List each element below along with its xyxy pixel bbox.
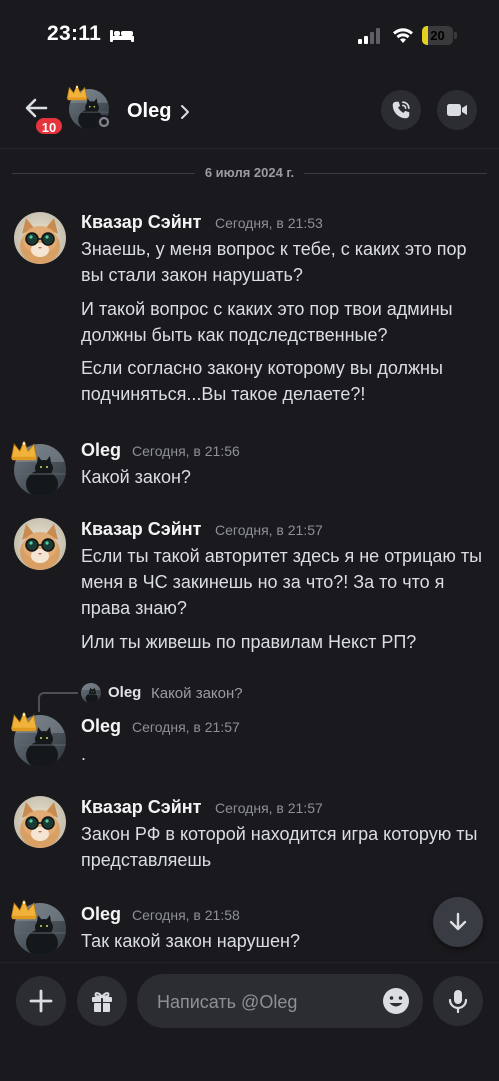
avatar[interactable] [10, 438, 66, 496]
avatar[interactable] [10, 897, 66, 955]
date-divider: 6 июля 2024 г. [12, 163, 487, 185]
battery-indicator: 20 [422, 26, 458, 46]
add-attachment-button[interactable] [16, 976, 66, 1026]
avatar[interactable] [14, 212, 66, 264]
message-input-wrapper [137, 974, 423, 1030]
chat-header: 10 Oleg [0, 72, 499, 149]
message-composer [0, 962, 499, 1081]
wifi-icon [393, 28, 413, 43]
microphone-icon [448, 990, 468, 1014]
reply-author[interactable]: Oleg [108, 684, 141, 701]
reply-avatar[interactable] [81, 683, 101, 703]
gift-button[interactable] [77, 976, 127, 1026]
contact-avatar[interactable] [66, 84, 112, 130]
message-timestamp: Сегодня, в 21:57 [215, 522, 323, 538]
battery-level: 20 [430, 28, 445, 43]
message-timestamp: Сегодня, в 21:57 [132, 719, 240, 735]
reply-preview-text[interactable]: Какой закон? [151, 685, 243, 702]
message-text: Закон РФ в которой находится игра котору… [81, 824, 478, 870]
arrow-down-icon [449, 912, 467, 931]
voice-message-button[interactable] [433, 976, 483, 1026]
video-camera-icon [447, 104, 467, 116]
jump-to-bottom-button[interactable] [433, 897, 483, 947]
message-author[interactable]: Квазар Сэйнт [81, 212, 201, 233]
message-text: Знаешь, у меня вопрос к тебе, с каких эт… [81, 239, 467, 285]
message-group[interactable]: Oleg Сегодня, в 21:56 Какой закон? [0, 430, 499, 500]
message-author[interactable]: Oleg [81, 904, 121, 925]
message-text: Какой закон? [81, 467, 191, 487]
message-author[interactable]: Квазар Сэйнт [81, 519, 201, 540]
voice-call-button[interactable] [381, 90, 421, 130]
message-text: И такой вопрос с каких это пор твои адми… [81, 299, 453, 345]
cellular-signal-icon [358, 28, 380, 44]
message-timestamp: Сегодня, в 21:57 [215, 800, 323, 816]
video-call-button[interactable] [437, 90, 477, 130]
date-divider-label: 6 июля 2024 г. [194, 165, 305, 180]
avatar[interactable] [10, 709, 66, 767]
message-text: Или ты живешь по правилам Некст РП? [81, 632, 417, 652]
message-timestamp: Сегодня, в 21:58 [132, 907, 240, 923]
message-author[interactable]: Oleg [81, 716, 121, 737]
message-text: Так какой закон нарушен? [81, 931, 300, 951]
message-author[interactable]: Oleg [81, 440, 121, 461]
message-group[interactable]: Квазар Сэйнт Сегодня, в 21:57 Закон РФ в… [0, 788, 499, 878]
sleep-focus-icon [110, 30, 134, 42]
message-group[interactable]: Oleg Сегодня, в 21:57 . [0, 705, 499, 775]
chevron-right-icon[interactable] [180, 104, 190, 120]
contact-name[interactable]: Oleg [127, 100, 171, 123]
avatar[interactable] [14, 518, 66, 570]
message-group[interactable]: Квазар Сэйнт Сегодня, в 21:57 Если ты та… [0, 510, 499, 660]
phone-call-icon [392, 101, 410, 119]
message-group[interactable]: Oleg Сегодня, в 21:58 Так какой закон на… [0, 893, 499, 961]
message-text: Если ты такой авторитет здесь я не отриц… [81, 546, 483, 618]
avatar[interactable] [14, 796, 66, 848]
status-time: 23:11 [47, 22, 102, 45]
message-input[interactable] [155, 974, 379, 1030]
unread-count-badge: 10 [34, 116, 64, 136]
emoji-icon[interactable] [381, 986, 411, 1016]
message-text: Если согласно закону которому вы должны … [81, 358, 443, 404]
message-text: . [81, 744, 87, 764]
message-timestamp: Сегодня, в 21:56 [132, 443, 240, 459]
plus-icon [29, 989, 53, 1013]
gift-icon [92, 992, 112, 1012]
status-bar: 23:11 20 [0, 0, 499, 72]
message-timestamp: Сегодня, в 21:53 [215, 215, 323, 231]
message-group[interactable]: Квазар Сэйнт Сегодня, в 21:53 Знаешь, у … [0, 200, 499, 420]
message-author[interactable]: Квазар Сэйнт [81, 797, 201, 818]
